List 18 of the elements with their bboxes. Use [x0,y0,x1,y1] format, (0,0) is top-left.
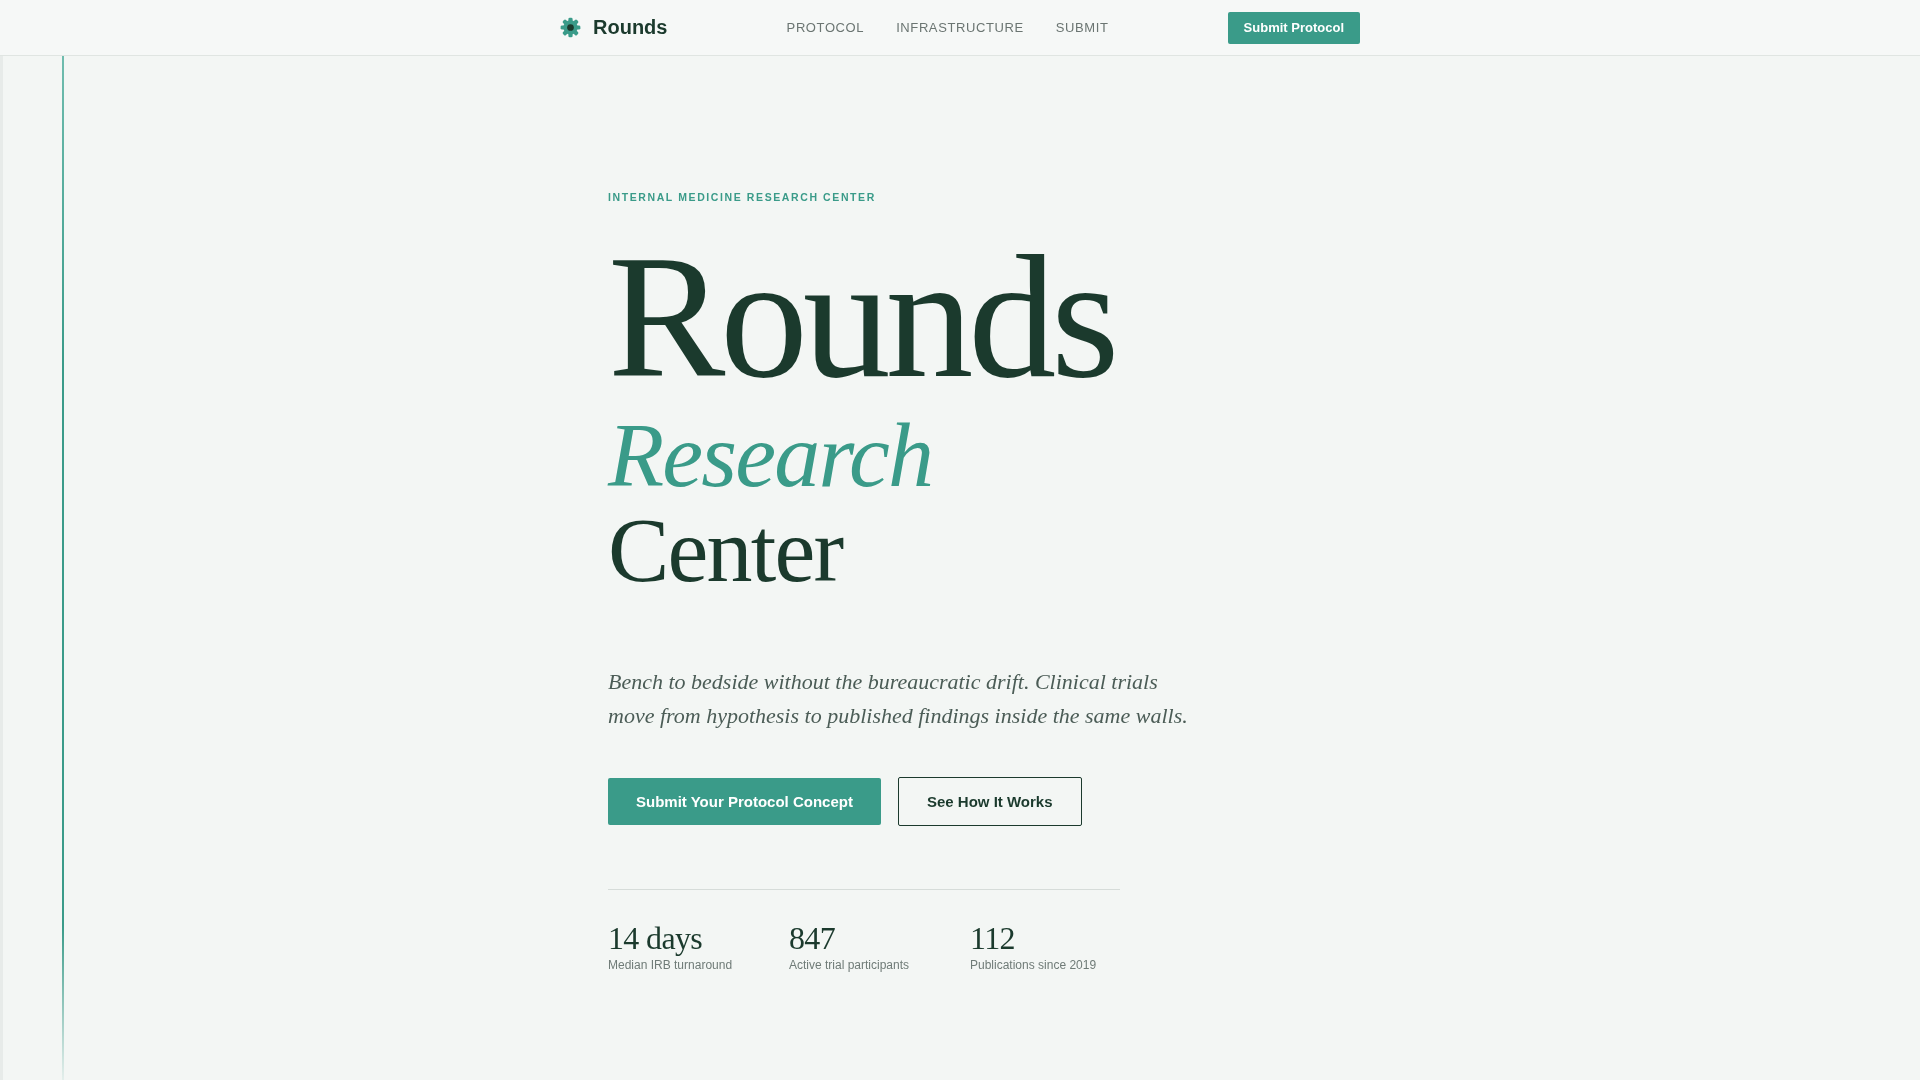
nav-link[interactable]: SUBMIT [1055,20,1109,35]
submit-button[interactable]: Submit Protocol [1227,11,1360,44]
brand-name[interactable]: Rounds [593,16,668,39]
nav-link[interactable]: INFRASTRUCTURE [896,20,1024,35]
hero-description: Bench to bedside without the bureaucratic drift. Clinical trials move from hypothesis to published findings inside the same walls. [608,668,1189,730]
nav-link[interactable]: PROTOCOL [786,20,865,35]
stat-label: Median IRB turnaround [608,957,733,973]
stat-value: 14 days [608,921,703,956]
stat-value: 847 [789,921,836,956]
hero-subtitle: Research Center [608,408,933,598]
gear-icon [560,17,581,38]
hero-title: Rounds [608,229,1115,405]
primary-button[interactable]: Submit Your Protocol Concept [608,778,881,825]
stat-label: Publications since 2019 [970,957,1097,973]
outline-button[interactable]: See How It Works [897,777,1082,826]
stat-label: Active trial participants [789,957,910,973]
stat-value: 112 [970,921,1015,956]
eyebrow-label: INTERNAL MEDICINE RESEARCH CENTER [608,190,876,204]
